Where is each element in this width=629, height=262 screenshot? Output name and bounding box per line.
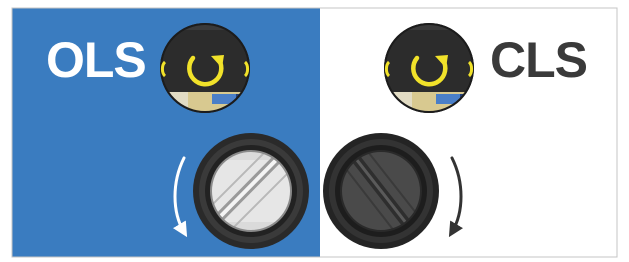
clockwise-arrow-icon — [448, 156, 464, 238]
cls-knob — [323, 133, 439, 249]
ols-label: OLS — [46, 32, 147, 88]
cls-label: CLS — [490, 32, 588, 88]
refresh-icon — [384, 23, 474, 113]
ols-cls-mode-illustration: OLS CLS — [0, 0, 629, 262]
ols-knob — [193, 133, 309, 249]
